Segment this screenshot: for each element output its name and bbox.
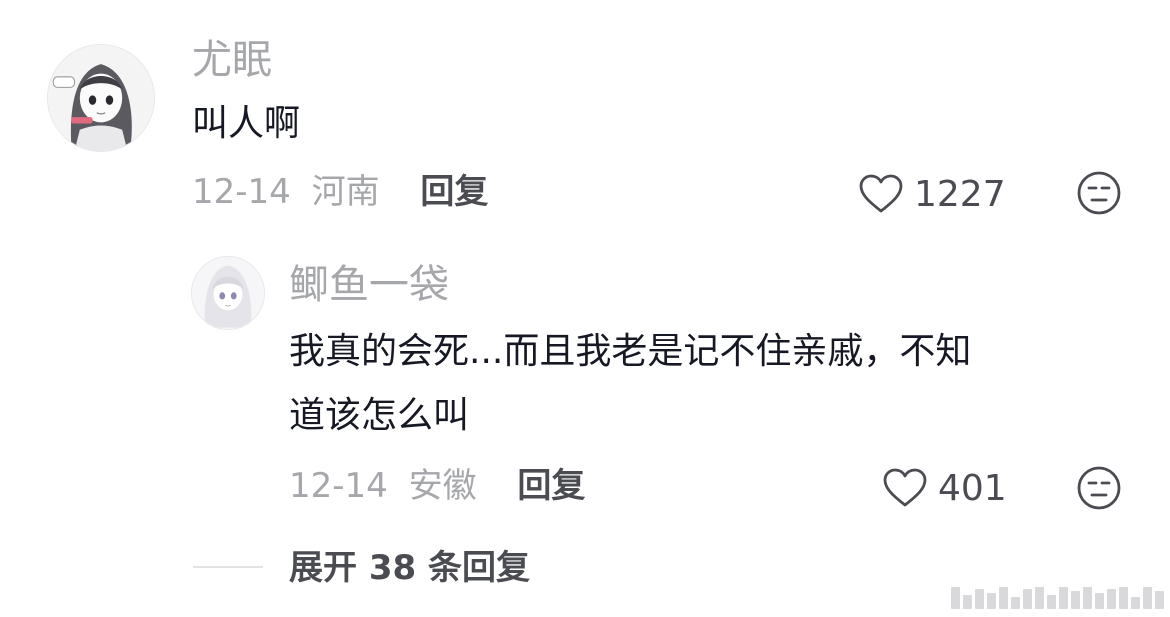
reply-meta: 12-14 安徽 回复 xyxy=(289,466,585,506)
comment-reply-button[interactable]: 回复 xyxy=(420,172,488,212)
comment-meta: 12-14 河南 回复 xyxy=(192,172,488,212)
reply-reply-button[interactable]: 回复 xyxy=(517,466,585,506)
comment-dislike-button[interactable] xyxy=(1075,169,1123,217)
comment-username[interactable]: 尤眠 xyxy=(192,36,272,84)
reply-username[interactable]: 鲫鱼一袋 xyxy=(289,261,449,309)
unamused-face-icon xyxy=(1077,466,1121,510)
unamused-face-icon xyxy=(1077,171,1121,215)
anime-girl-avatar-icon xyxy=(192,257,264,329)
reply-like-count: 401 xyxy=(938,467,1007,509)
expand-replies-button[interactable]: 展开 38 条回复 xyxy=(289,546,530,590)
heart-outline-icon xyxy=(859,174,903,213)
reply-text-line-1: 我真的会死...而且我老是记不住亲戚，不知 xyxy=(289,331,972,372)
comment-like-count: 1227 xyxy=(914,173,1006,215)
reply-avatar[interactable] xyxy=(191,256,265,330)
reply-text: 我真的会死...而且我老是记不住亲戚，不知 道该怎么叫 xyxy=(289,320,1109,448)
watermark-logo xyxy=(951,587,1164,609)
anime-girl-avatar-icon xyxy=(48,45,154,151)
comment-text: 叫人啊 xyxy=(192,103,301,144)
reply-text-line-2: 道该怎么叫 xyxy=(289,395,470,436)
heart-outline-icon xyxy=(883,468,927,507)
comment-location: 河南 xyxy=(311,172,380,212)
reply-dislike-button[interactable] xyxy=(1075,464,1123,512)
comment-avatar[interactable] xyxy=(47,44,155,152)
comment-date: 12-14 xyxy=(192,172,291,212)
reply-like-button[interactable]: 401 xyxy=(882,463,1007,513)
reply-location: 安徽 xyxy=(408,466,477,506)
reply-date: 12-14 xyxy=(289,466,388,506)
expand-divider xyxy=(193,566,263,568)
comment-like-button[interactable]: 1227 xyxy=(858,169,1006,219)
